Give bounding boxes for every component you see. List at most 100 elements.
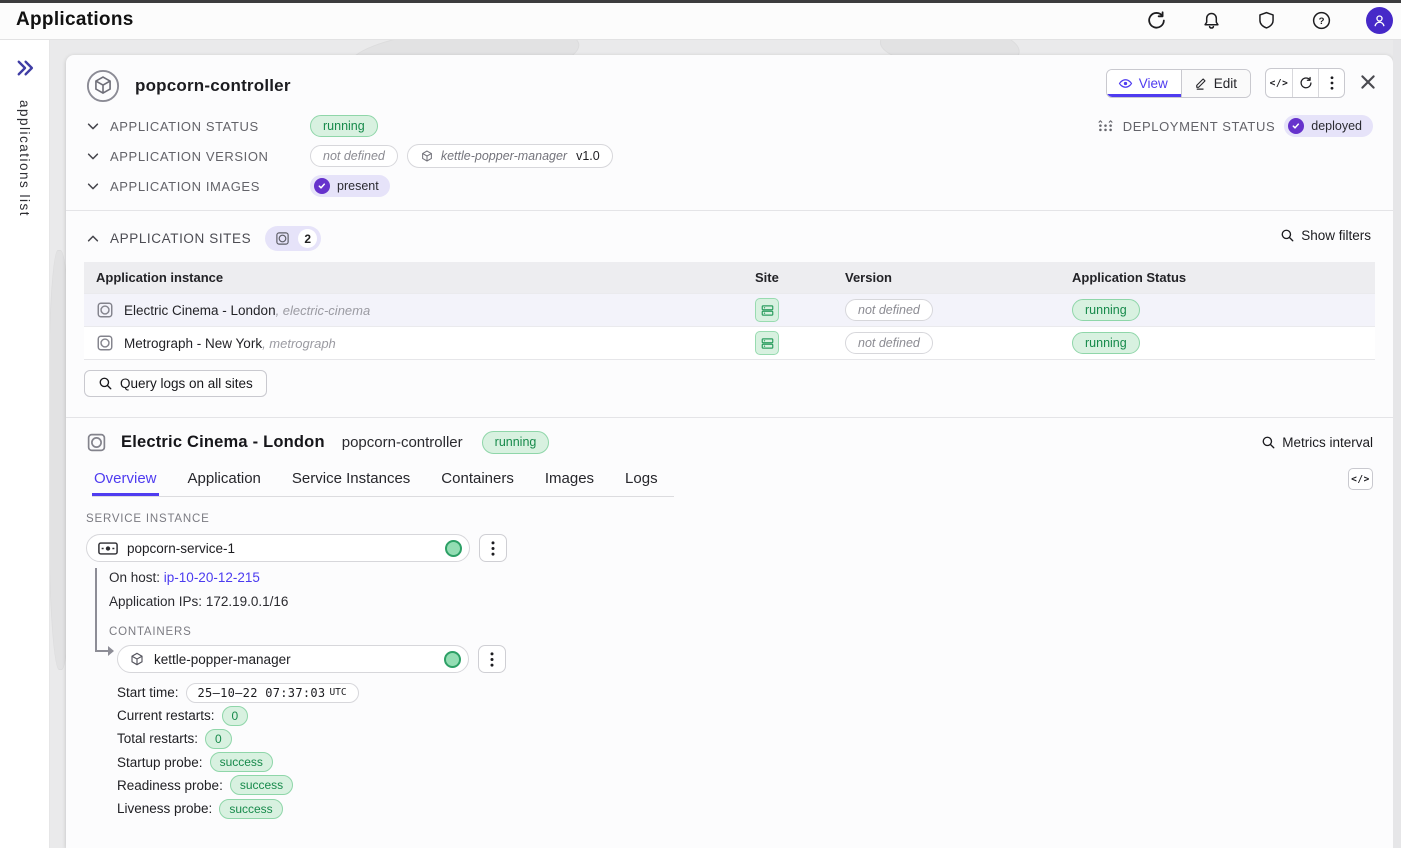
start-time-row: Start time: 25–10–22 07:37:03UTC [117, 681, 359, 704]
application-images-row: APPLICATION IMAGES present [86, 171, 613, 201]
view-button[interactable]: View [1107, 70, 1181, 97]
site-name: Electric Cinema - London [121, 433, 325, 452]
application-detail-panel: popcorn-controller View Edit </> [66, 55, 1393, 848]
view-edit-toggle: View Edit [1106, 69, 1251, 98]
app-head: popcorn-controller [86, 69, 291, 103]
tab-containers[interactable]: Containers [439, 464, 516, 496]
application-header-section: popcorn-controller View Edit </> [66, 55, 1393, 211]
current-restarts-badge: 0 [222, 706, 249, 726]
sidebar-vertical-label[interactable]: applications list [17, 100, 32, 217]
topbar-icons: ? [1146, 7, 1393, 34]
host-link[interactable]: ip-10-20-12-215 [164, 570, 260, 585]
readiness-probe-badge: success [230, 775, 293, 795]
show-filters-button[interactable]: Show filters [1280, 228, 1371, 243]
kebab-menu-icon[interactable] [478, 645, 506, 673]
version-badge: not defined [845, 332, 933, 355]
chevron-up-icon[interactable] [86, 232, 100, 246]
query-logs-button[interactable]: Query logs on all sites [84, 370, 267, 397]
tab-overview[interactable]: Overview [92, 464, 159, 496]
shield-icon[interactable] [1256, 10, 1277, 31]
deployment-icon [1097, 118, 1114, 135]
table-row[interactable]: Metrograph - New York, metrograph not de… [84, 326, 1375, 359]
application-ips-line: Application IPs: 172.19.0.1/16 [109, 594, 288, 609]
total-restarts-badge: 0 [205, 729, 232, 749]
refresh-app-icon[interactable] [1292, 69, 1318, 97]
search-icon [1280, 228, 1295, 243]
tab-images[interactable]: Images [543, 464, 596, 496]
sites-table: Application instance Site Version Applic… [84, 262, 1375, 360]
code-view-icon[interactable]: </> [1348, 468, 1373, 490]
app-name: popcorn-controller [342, 434, 463, 451]
topbar: Applications ? [0, 0, 1401, 40]
tab-service-instances[interactable]: Service Instances [290, 464, 412, 496]
nesting-line [95, 568, 97, 652]
close-icon[interactable] [1359, 73, 1379, 93]
tab-logs[interactable]: Logs [623, 464, 660, 496]
metrics-interval-button[interactable]: Metrics interval [1261, 435, 1373, 450]
liveness-probe-row: Liveness probe: success [117, 797, 359, 820]
site-icon [86, 432, 107, 453]
on-host-line: On host: ip-10-20-12-215 [109, 570, 260, 585]
health-dot [445, 540, 462, 557]
expand-sidebar-icon[interactable] [15, 58, 35, 78]
help-icon[interactable]: ? [1311, 10, 1332, 31]
refresh-icon[interactable] [1146, 10, 1167, 31]
site-icon [96, 334, 114, 352]
chevron-down-icon[interactable] [86, 179, 100, 193]
status-badge: running [482, 431, 550, 454]
table-row[interactable]: Electric Cinema - London, electric-cinem… [84, 293, 1375, 326]
header-icon-group: </> [1265, 68, 1345, 98]
chevron-down-icon[interactable] [86, 119, 100, 133]
top-strip [0, 0, 1401, 3]
table-header-row: Application instance Site Version Applic… [84, 262, 1375, 293]
edit-button[interactable]: Edit [1181, 70, 1250, 97]
check-icon [1288, 118, 1304, 134]
notifications-bell-icon[interactable] [1201, 10, 1222, 31]
liveness-probe-badge: success [219, 799, 282, 819]
service-instance-row: popcorn-service-1 [86, 534, 507, 562]
package-icon [129, 651, 145, 667]
status-badge: running [1072, 332, 1140, 355]
startup-probe-badge: success [210, 752, 273, 772]
application-sites-section: APPLICATION SITES 2 Show filters Applica… [66, 211, 1393, 418]
header-controls: View Edit </> [1106, 68, 1379, 98]
application-title: popcorn-controller [135, 76, 291, 96]
user-avatar[interactable] [1366, 7, 1393, 34]
deployment-status: DEPLOYMENT STATUS deployed [1097, 111, 1373, 141]
application-version-row: APPLICATION VERSION not defined kettle-p… [86, 141, 613, 171]
service-instance-icon [98, 542, 118, 555]
kebab-menu-icon[interactable] [479, 534, 507, 562]
search-icon [98, 376, 113, 391]
applications-list-sidebar: applications list [0, 40, 50, 848]
code-view-icon[interactable]: </> [1266, 69, 1292, 97]
application-status-row: APPLICATION STATUS running [86, 111, 613, 141]
site-server-icon[interactable] [755, 298, 779, 322]
scrollbar[interactable] [1393, 40, 1401, 848]
container-row: kettle-popper-manager [117, 645, 506, 673]
chevron-down-icon[interactable] [86, 149, 100, 163]
site-detail-section: Electric Cinema - London popcorn-control… [66, 418, 1393, 848]
sites-count-badge: 2 [265, 226, 321, 251]
status-badge: running [310, 115, 378, 138]
current-restarts-row: Current restarts: 0 [117, 704, 359, 727]
service-instance-label: SERVICE INSTANCE [86, 513, 210, 525]
site-icon [275, 231, 290, 246]
eye-icon [1118, 76, 1133, 91]
pencil-icon [1193, 76, 1208, 91]
application-status-rows: APPLICATION STATUS running APPLICATION V… [86, 111, 613, 201]
health-dot [444, 651, 461, 668]
container-pill[interactable]: kettle-popper-manager [117, 645, 469, 673]
site-server-icon[interactable] [755, 331, 779, 355]
tab-application[interactable]: Application [186, 464, 263, 496]
service-instance-pill[interactable]: popcorn-service-1 [86, 534, 470, 562]
kebab-menu-icon[interactable] [1318, 69, 1344, 97]
status-badge: running [1072, 299, 1140, 322]
container-detail-list: Start time: 25–10–22 07:37:03UTC Current… [117, 681, 359, 820]
detail-tabs: Overview Application Service Instances C… [92, 464, 674, 497]
svg-text:?: ? [1319, 16, 1325, 27]
check-icon [314, 178, 330, 194]
total-restarts-row: Total restarts: 0 [117, 727, 359, 750]
site-icon [96, 301, 114, 319]
search-icon [1261, 435, 1276, 450]
deployed-badge: deployed [1284, 115, 1373, 137]
